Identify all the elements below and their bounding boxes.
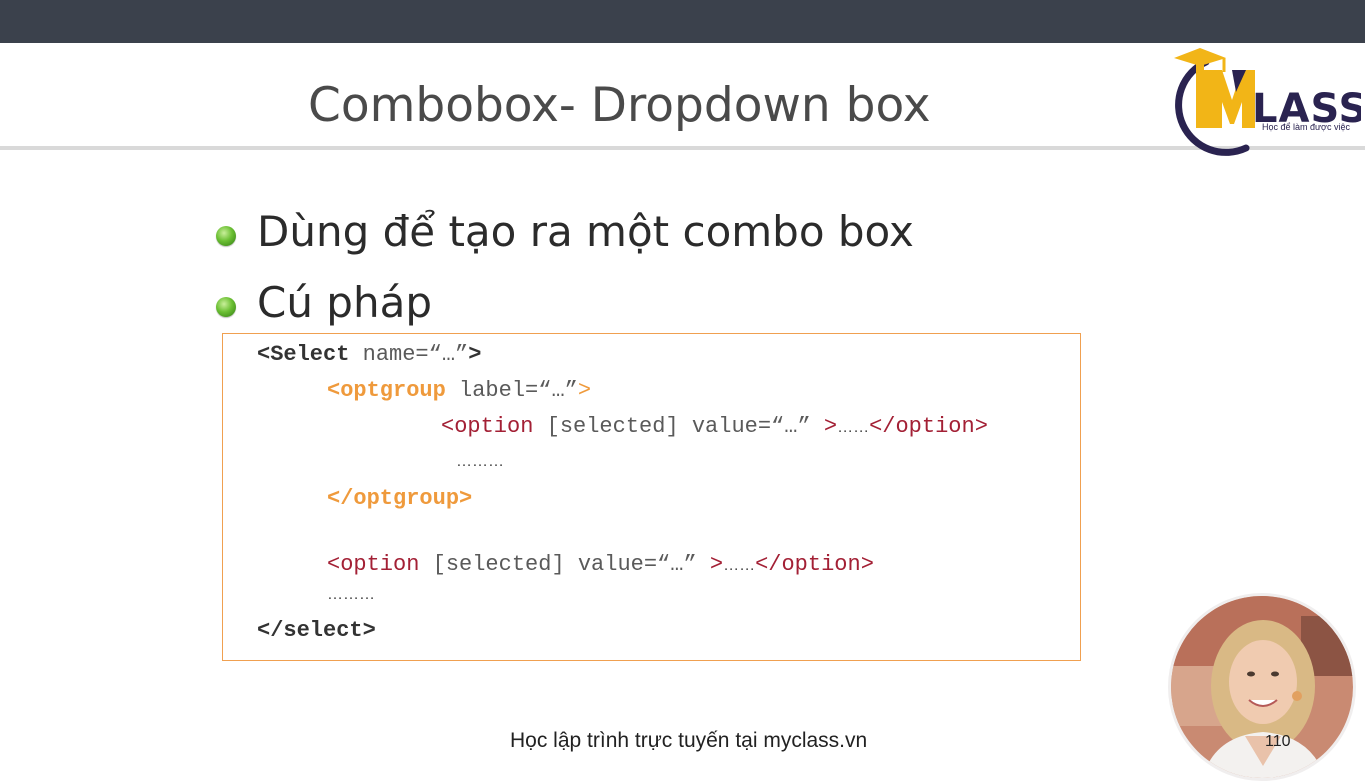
- myclass-logo: LASS Học để làm được việc: [1174, 48, 1361, 156]
- bullet-icon: [216, 297, 236, 317]
- bullet-text-1: Dùng để tạo ra một combo box: [257, 207, 914, 256]
- code-line-ellipsis-1: ………: [456, 453, 504, 470]
- code-line-ellipsis-2: ………: [327, 586, 375, 603]
- code-line-option-2: <option [selected] value=“…” >……</option…: [327, 552, 874, 577]
- presenter-avatar: [1168, 593, 1356, 781]
- code-line-optgroup-open: <optgroup label=“…”>: [327, 378, 592, 403]
- page-number: 110: [1265, 733, 1291, 750]
- bullet-icon: [216, 226, 236, 246]
- code-box: <Select name=“…”> <optgroup label=“…”> <…: [222, 333, 1081, 661]
- code-line-select-close: </select>: [257, 618, 376, 643]
- title-divider: [0, 146, 1365, 150]
- top-bar: [0, 0, 1365, 43]
- footer-text: Học lập trình trực tuyến tại myclass.vn: [510, 729, 868, 752]
- bullet-text-2: Cú pháp: [257, 278, 432, 327]
- code-line-select-open: <Select name=“…”>: [257, 342, 482, 367]
- slide-title: Combobox- Dropdown box: [308, 78, 931, 133]
- logo-tagline: Học để làm được việc: [1262, 122, 1350, 132]
- code-line-optgroup-close: </optgroup>: [327, 486, 473, 511]
- code-line-option-1: <option [selected] value=“…” >……</option…: [441, 414, 988, 439]
